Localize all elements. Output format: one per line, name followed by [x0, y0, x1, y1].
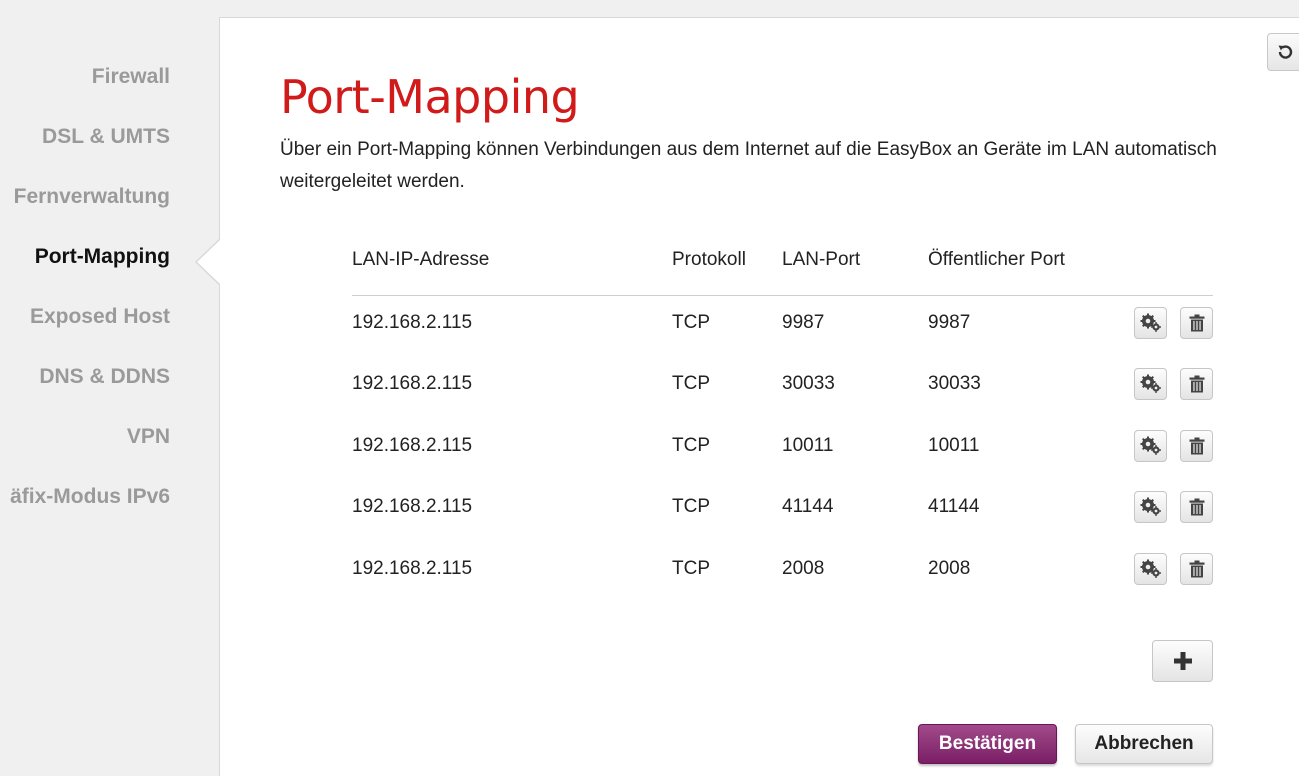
- add-mapping-button[interactable]: [1152, 640, 1213, 682]
- delete-mapping-button[interactable]: [1180, 491, 1213, 523]
- sidebar-item-port-mapping[interactable]: Port-Mapping: [35, 245, 170, 269]
- cell-lan-port: 10011: [782, 435, 834, 456]
- active-nav-pointer-fill: [197, 239, 221, 285]
- confirm-button[interactable]: Bestätigen: [918, 724, 1057, 764]
- plus-icon: [1173, 652, 1192, 670]
- table-row: 192.168.2.115 TCP 2008 2008: [0, 544, 1299, 594]
- cancel-button[interactable]: Abbrechen: [1075, 724, 1213, 764]
- cell-protocol: TCP: [672, 558, 710, 579]
- cell-lan-ip: 192.168.2.115: [352, 435, 473, 456]
- cell-public-port: 41144: [928, 496, 980, 517]
- column-header-public-port: Öffentlicher Port: [928, 249, 1065, 270]
- gears-icon: [1140, 313, 1161, 332]
- cell-protocol: TCP: [672, 373, 710, 394]
- cell-protocol: TCP: [672, 312, 710, 333]
- trash-icon: [1189, 560, 1204, 578]
- gears-icon: [1140, 374, 1161, 393]
- edit-mapping-button[interactable]: [1134, 368, 1167, 400]
- delete-mapping-button[interactable]: [1180, 368, 1213, 400]
- cell-public-port: 9987: [928, 312, 971, 333]
- edit-mapping-button[interactable]: [1134, 491, 1167, 523]
- delete-mapping-button[interactable]: [1180, 430, 1213, 462]
- table-row: 192.168.2.115 TCP 9987 9987: [0, 298, 1299, 348]
- sidebar-item-dsl-umts[interactable]: DSL & UMTS: [42, 125, 170, 149]
- sidebar-item-fernverwaltung[interactable]: Fernverwaltung: [14, 185, 170, 209]
- cell-lan-ip: 192.168.2.115: [352, 373, 473, 394]
- cell-lan-port: 41144: [782, 496, 834, 517]
- cell-public-port: 30033: [928, 373, 981, 394]
- undo-icon: [1278, 45, 1293, 59]
- cell-protocol: TCP: [672, 496, 710, 517]
- cell-lan-ip: 192.168.2.115: [352, 558, 473, 579]
- gears-icon: [1140, 497, 1161, 516]
- gears-icon: [1140, 436, 1161, 455]
- trash-icon: [1189, 314, 1204, 332]
- trash-icon: [1189, 375, 1204, 393]
- table-row: 192.168.2.115 TCP 10011 10011: [0, 421, 1299, 471]
- cell-public-port: 10011: [928, 435, 980, 456]
- cell-lan-port: 30033: [782, 373, 835, 394]
- reset-button[interactable]: [1267, 33, 1299, 71]
- column-header-lan-ip: LAN-IP-Adresse: [352, 249, 490, 270]
- edit-mapping-button[interactable]: [1134, 430, 1167, 462]
- table-header-divider: [352, 295, 1213, 296]
- cell-lan-ip: 192.168.2.115: [352, 496, 473, 517]
- page-description: Über ein Port-Mapping können Verbindunge…: [280, 139, 1217, 192]
- cell-lan-port: 9987: [782, 312, 825, 333]
- column-header-protocol: Protokoll: [672, 249, 746, 270]
- edit-mapping-button[interactable]: [1134, 307, 1167, 339]
- table-row: 192.168.2.115 TCP 30033 30033: [0, 359, 1299, 409]
- trash-icon: [1189, 498, 1204, 516]
- cell-lan-ip: 192.168.2.115: [352, 312, 473, 333]
- delete-mapping-button[interactable]: [1180, 553, 1213, 585]
- sidebar-item-firewall[interactable]: Firewall: [92, 65, 170, 89]
- column-header-lan-port: LAN-Port: [782, 249, 861, 270]
- trash-icon: [1189, 437, 1204, 455]
- cell-protocol: TCP: [672, 435, 710, 456]
- gears-icon: [1140, 559, 1161, 578]
- cell-lan-port: 2008: [782, 558, 825, 579]
- table-row: 192.168.2.115 TCP 41144 41144: [0, 482, 1299, 532]
- edit-mapping-button[interactable]: [1134, 553, 1167, 585]
- cell-public-port: 2008: [928, 558, 971, 579]
- page-title: Port-Mapping: [280, 70, 580, 124]
- delete-mapping-button[interactable]: [1180, 307, 1213, 339]
